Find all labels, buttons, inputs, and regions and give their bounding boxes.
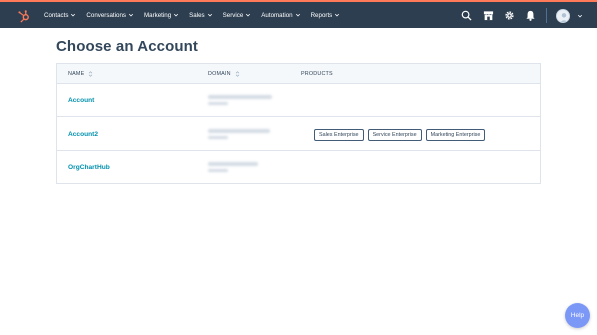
column-header-domain[interactable]: DOMAIN (208, 71, 240, 77)
product-badge: Sales Enterprise (314, 129, 364, 141)
sort-icon (89, 71, 93, 77)
avatar[interactable] (556, 9, 570, 23)
column-header-label: NAME (68, 71, 85, 77)
help-button[interactable]: Help (565, 303, 590, 328)
table-row[interactable]: Account2 Sales Enterprise Service Enterp… (57, 118, 540, 151)
product-badge: Marketing Enterprise (425, 129, 486, 141)
header-actions (0, 2, 597, 28)
settings-icon[interactable] (504, 10, 515, 21)
chevron-down-icon[interactable] (577, 13, 583, 19)
account-name-link[interactable]: Account (68, 97, 94, 104)
header-divider (546, 8, 547, 23)
product-badge: Service Enterprise (367, 129, 422, 141)
redacted-domain (208, 95, 272, 99)
sort-icon (235, 71, 240, 77)
redacted-domain-sub (208, 102, 228, 105)
table-row[interactable]: OrgChartHub (57, 151, 540, 184)
account-name-link[interactable]: Account2 (68, 131, 98, 138)
page-title: Choose an Account (56, 38, 198, 55)
user-silhouette-icon (560, 13, 568, 22)
search-icon[interactable] (461, 10, 472, 21)
table-header: NAME DOMAIN PRODUCTS (57, 64, 540, 84)
column-header-name[interactable]: NAME (68, 71, 93, 77)
column-header-label: DOMAIN (208, 71, 231, 77)
column-header-label: PRODUCTS (301, 71, 333, 77)
redacted-domain-sub (208, 136, 228, 139)
accounts-table: NAME DOMAIN PRODUCTS Account Account2 Sa… (56, 63, 541, 184)
column-header-products: PRODUCTS (301, 71, 333, 77)
redacted-domain (208, 129, 270, 133)
top-navigation-bar: Contacts Conversations Marketing Sales S… (0, 0, 597, 28)
table-row[interactable]: Account (57, 84, 540, 117)
product-badges: Sales Enterprise Service Enterprise Mark… (314, 129, 489, 141)
notifications-icon[interactable] (525, 10, 536, 21)
redacted-domain (208, 162, 258, 166)
marketplace-icon[interactable] (483, 10, 494, 21)
redacted-domain-sub (208, 169, 228, 172)
account-name-link[interactable]: OrgChartHub (68, 164, 110, 171)
